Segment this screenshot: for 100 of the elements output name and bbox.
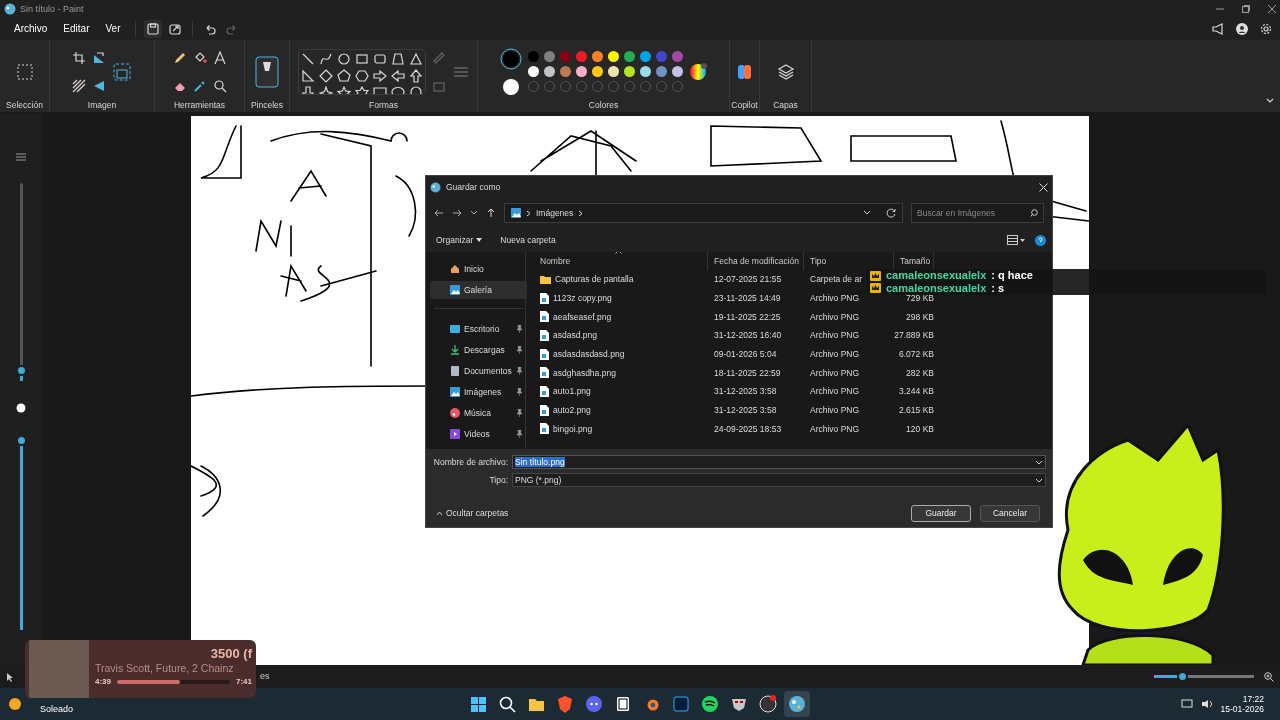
- zoom-slider-thumb[interactable]: [1177, 671, 1188, 682]
- magnifier-icon[interactable]: [212, 78, 227, 93]
- triangle-icon[interactable]: [408, 51, 423, 66]
- file-row[interactable]: asdghasdha.png 18-11-2025 22:59 Archivo PNG 282 KB: [534, 363, 1052, 383]
- nav-item[interactable]: Música: [430, 404, 527, 422]
- color-swatch[interactable]: [559, 51, 571, 63]
- rotate-icon[interactable]: [92, 50, 106, 65]
- forward-arrow-icon[interactable]: [452, 208, 462, 218]
- curve-icon[interactable]: [318, 51, 333, 66]
- color-swatch[interactable]: [655, 51, 667, 63]
- paint-palette-icon[interactable]: [784, 691, 810, 717]
- clock-date[interactable]: 15-01-2026: [1220, 704, 1264, 715]
- color-swatch[interactable]: [591, 66, 603, 78]
- rounded-rectangle-icon[interactable]: [372, 51, 387, 66]
- slider-thumb[interactable]: [15, 365, 27, 377]
- crop-icon[interactable]: [72, 50, 86, 65]
- minimize-icon[interactable]: [1216, 5, 1224, 13]
- diamond-icon[interactable]: [318, 68, 333, 83]
- eyedropper-icon[interactable]: [192, 78, 207, 93]
- resize-icon[interactable]: [112, 61, 132, 82]
- up-arrow-icon[interactable]: [408, 68, 423, 83]
- nav-item[interactable]: Inicio: [430, 260, 527, 278]
- toolbar-button[interactable]: Organizar: [432, 232, 487, 248]
- color-swatch[interactable]: [543, 51, 555, 63]
- color-swatch[interactable]: [543, 66, 555, 78]
- polygon-icon[interactable]: [390, 51, 405, 66]
- zoom-in-icon[interactable]: [1264, 671, 1274, 682]
- menu-item[interactable]: Editar: [57, 21, 96, 37]
- nav-item[interactable]: Escritorio: [430, 320, 527, 338]
- zoom-slider[interactable]: [1154, 675, 1254, 678]
- secondary-color-swatch[interactable]: [501, 77, 520, 96]
- chevron-down-icon[interactable]: [1035, 459, 1043, 465]
- outline-icon[interactable]: [431, 50, 446, 65]
- color-swatch[interactable]: [559, 66, 571, 78]
- right-arrow-icon[interactable]: [372, 68, 387, 83]
- column-header[interactable]: Nombre: [534, 252, 708, 270]
- megaphone-icon[interactable]: [1212, 23, 1224, 35]
- save-icon[interactable]: [146, 23, 159, 35]
- color-swatch[interactable]: [575, 66, 587, 78]
- line-icon[interactable]: [300, 51, 315, 66]
- file-row[interactable]: aeafseasef.png 19-11-2025 22:25 Archivo PNG 298 KB: [534, 307, 1052, 327]
- color-swatch[interactable]: [639, 51, 651, 63]
- search-field[interactable]: Buscar en Imágenes: [911, 203, 1044, 223]
- rectangle-icon[interactable]: [354, 51, 369, 66]
- chevron-down-icon[interactable]: [1266, 98, 1274, 104]
- file-row[interactable]: auto2.png 31-12-2025 3:58 Archivo PNG 2.615 KB: [534, 400, 1052, 420]
- toolbar-button[interactable]: Nueva carpeta: [496, 232, 560, 248]
- primary-color-swatch[interactable]: [499, 47, 522, 70]
- color-swatch[interactable]: [607, 66, 619, 78]
- color-swatch[interactable]: [575, 51, 587, 63]
- pentagon-icon[interactable]: [336, 68, 351, 83]
- color-swatch[interactable]: [607, 51, 619, 63]
- color-swatch[interactable]: [623, 51, 635, 63]
- pencil-icon[interactable]: [172, 50, 187, 65]
- text-icon[interactable]: [212, 50, 227, 65]
- chevron-down-icon[interactable]: [470, 210, 478, 216]
- file-row[interactable]: bingoi.png 24-09-2025 18:53 Archivo PNG 120 KB: [534, 419, 1052, 439]
- left-arrow-icon[interactable]: [390, 68, 405, 83]
- oval-icon[interactable]: [336, 51, 351, 66]
- back-arrow-icon[interactable]: [434, 208, 444, 218]
- view-options-icon[interactable]: [1007, 235, 1025, 245]
- color-swatch[interactable]: [671, 66, 683, 78]
- brush-icon[interactable]: [255, 55, 279, 88]
- chevron-down-icon[interactable]: [863, 210, 871, 216]
- volume-icon[interactable]: [1200, 699, 1213, 709]
- column-header[interactable]: Fecha de modificación: [708, 252, 804, 270]
- cancel-button[interactable]: Cancelar: [980, 505, 1040, 522]
- network-icon[interactable]: [1180, 699, 1193, 709]
- refresh-icon[interactable]: [886, 208, 896, 218]
- color-wheel-icon[interactable]: [688, 62, 708, 82]
- flip-icon[interactable]: [92, 78, 106, 93]
- breadcrumb-item[interactable]: Imágenes: [536, 207, 574, 219]
- nav-item[interactable]: Galería: [430, 281, 527, 299]
- color-swatch[interactable]: [527, 66, 539, 78]
- save-button[interactable]: Guardar: [911, 505, 971, 522]
- selection-icon[interactable]: [15, 62, 34, 81]
- color-swatch[interactable]: [591, 51, 603, 63]
- color-swatch[interactable]: [527, 51, 539, 63]
- restore-icon[interactable]: [1242, 5, 1250, 13]
- clock-time[interactable]: 17:22: [1242, 693, 1264, 704]
- close-icon[interactable]: [1268, 5, 1276, 13]
- right-triangle-icon[interactable]: [300, 68, 315, 83]
- hide-folders-toggle[interactable]: Ocultar carpetas: [432, 506, 513, 521]
- up-arrow-icon[interactable]: [486, 208, 496, 218]
- slider-track[interactable]: [19, 183, 23, 381]
- nav-item[interactable]: Videos: [430, 425, 527, 443]
- color-swatch[interactable]: [655, 66, 667, 78]
- file-row[interactable]: auto1.png 31-12-2025 3:58 Archivo PNG 3.244 KB: [534, 382, 1052, 401]
- nav-item[interactable]: Imágenes: [430, 383, 527, 401]
- settings-icon[interactable]: [1260, 23, 1272, 35]
- account-icon[interactable]: [1236, 23, 1248, 35]
- menu-item[interactable]: Ver: [99, 21, 127, 37]
- file-row[interactable]: asdasdasdasd.png 09-01-2026 5:04 Archivo PNG 6.072 KB: [534, 344, 1052, 364]
- file-row[interactable]: asdasd.png 31-12-2025 16:40 Archivo PNG 27.889 KB: [534, 326, 1052, 345]
- share-icon[interactable]: [168, 23, 181, 35]
- file-type-dropdown[interactable]: PNG (*.png): [512, 473, 1046, 487]
- color-swatch[interactable]: [623, 66, 635, 78]
- nav-item[interactable]: Documentos: [430, 362, 527, 380]
- hexagon-icon[interactable]: [354, 68, 369, 83]
- sparkle-logo-icon[interactable]: [736, 62, 753, 81]
